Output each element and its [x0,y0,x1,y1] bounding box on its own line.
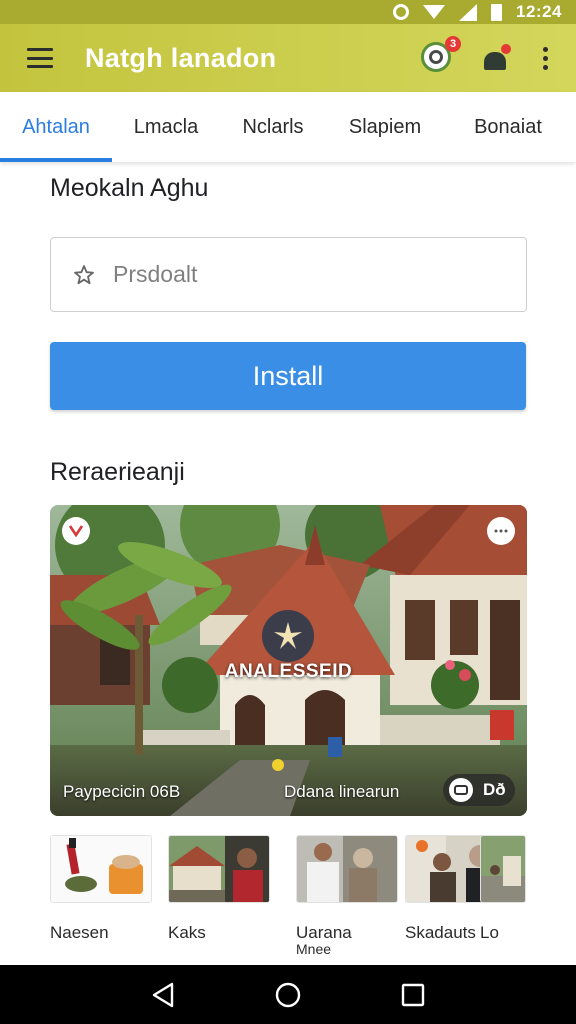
more-vert-icon[interactable] [539,43,552,74]
thumbnail-image [480,835,526,903]
thumbnail-label-main: Uarana [296,923,352,942]
thumbnail-label: Uarana Mnee [296,923,398,957]
tab-nclarls[interactable]: Nclarls [220,92,326,162]
hat-button[interactable] [481,44,511,72]
tab-ahtalan[interactable]: Ahtalan [0,92,112,162]
wifi-icon [423,5,446,19]
recents-icon[interactable] [398,980,428,1010]
app-bar: Natgh lanadon 3 [0,24,576,92]
card-more-icon[interactable] [487,517,515,545]
search-input[interactable] [113,261,493,288]
video-camera-icon [449,778,473,802]
app-title: Natgh lanadon [85,42,277,73]
video-chip[interactable]: Dð [443,774,515,806]
status-time: 12:24 [516,2,562,21]
notification-badge: 3 [445,36,461,52]
battery-icon [491,3,503,21]
card-overlay-title: ANALESSEID [224,661,353,682]
star-outline-icon [71,262,97,288]
hat-icon [484,52,506,70]
signal-icon [459,3,478,21]
thumbnail-item[interactable]: Kaks [168,835,270,942]
thumbnail-item[interactable]: Lo [480,835,526,942]
video-chip-label: Dð [483,780,506,799]
tab-slapiem[interactable]: Slapiem [326,92,444,162]
thumbnail-image [168,835,270,903]
tab-lmacla[interactable]: Lmacla [112,92,220,162]
home-icon[interactable] [273,980,303,1010]
menu-icon[interactable] [27,48,53,68]
status-bar: 12:24 [0,0,576,24]
feature-card[interactable]: ANALESSEID Paypecicin 06B Ddana linearun… [50,505,527,816]
section-title-2: Reraerieanji [50,458,185,486]
back-icon[interactable] [148,980,178,1010]
thumbnail-item[interactable]: Naesen [50,835,152,942]
hat-badge [501,44,511,54]
app-actions: 3 [421,36,552,74]
thumbnail-item[interactable]: Uarana Mnee [296,835,398,956]
card-logo-chip [62,517,90,545]
search-field[interactable] [50,237,527,312]
notification-button[interactable]: 3 [421,36,461,74]
card-caption-left: Paypecicin 06B [63,782,181,801]
thumbnail-image [296,835,398,903]
install-button[interactable]: Install [50,342,526,410]
card-caption-mid: Ddana linearun [284,782,400,801]
thumbnail-label: Kaks [168,923,206,942]
location-icon [393,4,410,20]
brand-logo-icon [262,610,314,662]
tab-bonaiat[interactable]: Bonaiat [444,92,572,162]
thumbnail-label: Naesen [50,923,109,942]
tab-bar: Ahtalan Lmacla Nclarls Slapiem Bonaiat [0,92,576,162]
section-title-1: Meokaln Aghu [50,174,209,202]
thumbnail-label-sub: Mnee [296,941,332,957]
thumbnail-image [50,835,152,903]
thumbnail-row: Naesen Kaks Uarana Mnee Skadauts Lo [50,835,576,965]
system-nav-bar [0,965,576,1024]
thumbnail-label: Lo [480,923,499,942]
